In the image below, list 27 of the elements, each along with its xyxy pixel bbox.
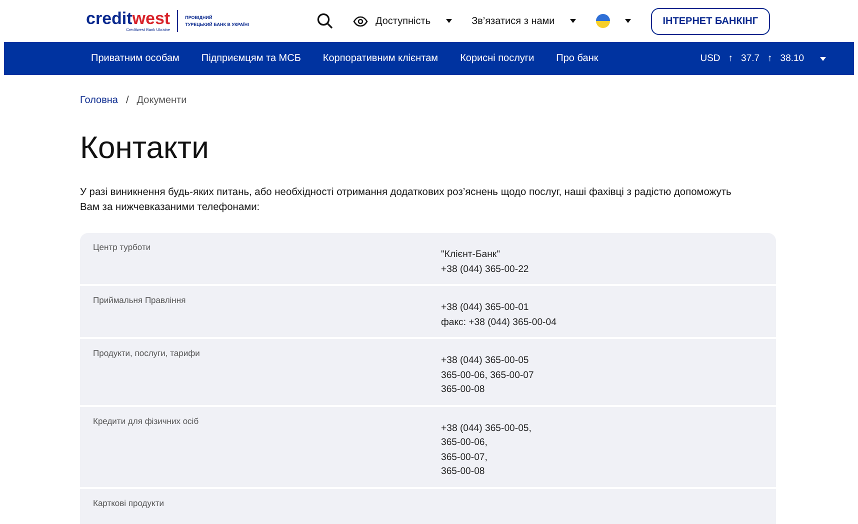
contact-phones: "Клієнт-Банк" +38 (044) 365-00-22 (441, 248, 530, 276)
contact-label: Продукти, послуги, тарифи (93, 348, 201, 360)
contact-phones: +38 (044) 365-00-05, 365-00-06, 365-00-07, 365-00-08 (441, 422, 532, 479)
nav-link[interactable]: Про банк (556, 53, 598, 64)
intro-text: У разі виникнення будь-яких питань, або необхідності отримання додаткових роз’яснень щодо послуг, наші фахівці з радістю допоможуть Вам за нижчевказаними телефонами: (80, 186, 732, 215)
nav-link[interactable]: Корпоративним клієнтам (322, 53, 438, 64)
logo-wordmark[interactable]: creditwest (86, 10, 170, 27)
accessibility-menu[interactable]: Доступність (353, 16, 452, 26)
internet-banking-button[interactable]: ІНТЕРНЕТ БАНКІНГ (650, 8, 770, 34)
breadcrumb-separator: / (126, 95, 129, 106)
contact-label: Карткові продукти (93, 498, 165, 510)
breadcrumb-link[interactable]: Головна (80, 95, 118, 106)
contact-label: Центр турботи (93, 242, 152, 254)
nav-link[interactable]: Корисні послуги (460, 53, 534, 64)
eye-icon (353, 16, 368, 26)
contact-phones: +38 (044) 365-00-05 365-00-06, 365-00-07 365-00-08 (441, 354, 535, 397)
currency-rates-menu[interactable]: USD ↑ 37.7 ↑ 38.10 (700, 53, 826, 64)
nav-link[interactable]: Підприємцям та МСБ (201, 53, 301, 64)
contact-phones: +38 (044) 365-00-01 факс: +38 (044) 365-00-04 (441, 301, 558, 330)
current-page-label: Документи (136, 95, 187, 106)
contact-menu[interactable]: Зв’язатися з нами (472, 16, 576, 26)
contact-label: Приймальня Правління (93, 295, 187, 307)
nav-link[interactable]: Приватним особам (91, 53, 180, 64)
page-title: Контакти (80, 129, 210, 167)
language-menu[interactable] (596, 14, 631, 28)
contact-label: Кредити для фізичних осіб (93, 416, 200, 428)
search-icon[interactable] (317, 13, 334, 29)
